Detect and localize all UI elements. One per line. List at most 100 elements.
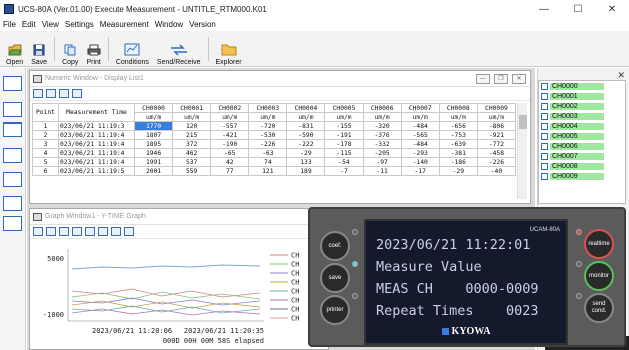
- value-cell[interactable]: 42: [210, 157, 250, 167]
- value-cell[interactable]: -639: [438, 139, 478, 149]
- menu-edit[interactable]: Edit: [19, 20, 39, 29]
- layout-grid-four-icon[interactable]: [3, 172, 22, 187]
- restore-icon[interactable]: ❐: [494, 73, 508, 84]
- channel-checkbox[interactable]: [541, 172, 548, 180]
- value-cell[interactable]: -381: [438, 148, 478, 158]
- value-cell[interactable]: -65: [210, 148, 250, 158]
- value-cell[interactable]: 1807: [133, 130, 174, 140]
- copy-button[interactable]: Copy: [58, 32, 82, 66]
- column-header-ch[interactable]: CH0000: [133, 103, 174, 113]
- value-cell[interactable]: 120: [172, 121, 212, 131]
- channel-checkbox[interactable]: [541, 142, 548, 150]
- minimize-button[interactable]: —: [527, 0, 561, 18]
- channel-checkbox[interactable]: [541, 92, 548, 100]
- value-cell[interactable]: 133: [286, 157, 326, 167]
- menu-file[interactable]: File: [0, 20, 19, 29]
- wave-icon[interactable]: [111, 227, 121, 236]
- value-cell[interactable]: -40: [476, 166, 517, 176]
- channel-checkbox[interactable]: [541, 122, 548, 130]
- value-cell[interactable]: 189: [286, 166, 326, 176]
- table-view-icon[interactable]: [72, 89, 82, 98]
- printer-button[interactable]: printer: [320, 295, 350, 325]
- value-cell[interactable]: -190: [210, 139, 250, 149]
- value-cell[interactable]: -590: [286, 130, 326, 140]
- table-row[interactable]: 2 023/06/21 11:19:4 1807 215 -421 -530 -590 -19…: [32, 130, 517, 140]
- value-cell[interactable]: -11: [362, 166, 402, 176]
- value-cell[interactable]: -222: [286, 139, 326, 149]
- numeric-window[interactable]: Numeric Window - Display List1 — ❐ ✕ Poi…: [29, 70, 531, 204]
- value-cell[interactable]: -376: [362, 130, 402, 140]
- channel-checkbox[interactable]: [541, 152, 548, 160]
- value-cell[interactable]: -140: [400, 157, 440, 167]
- value-cell[interactable]: -921: [476, 130, 517, 140]
- value-cell[interactable]: 1946: [133, 148, 174, 158]
- menu-settings[interactable]: Settings: [62, 20, 97, 29]
- value-cell[interactable]: 2001: [133, 166, 174, 176]
- column-header-ch[interactable]: CH0006: [362, 103, 402, 113]
- value-cell[interactable]: 121: [248, 166, 288, 176]
- value-cell[interactable]: -530: [248, 130, 288, 140]
- channel-settings-icon[interactable]: [46, 89, 56, 98]
- value-cell[interactable]: -29: [286, 148, 326, 158]
- channel-checkbox[interactable]: [541, 102, 548, 110]
- value-cell[interactable]: 372: [172, 139, 212, 149]
- undo-icon[interactable]: [72, 227, 82, 236]
- channel-item[interactable]: CH0008: [539, 161, 625, 171]
- autoscale-icon[interactable]: [98, 227, 108, 236]
- open-button[interactable]: Open: [2, 32, 27, 66]
- menu-measurement[interactable]: Measurement: [97, 20, 152, 29]
- value-cell[interactable]: -421: [210, 130, 250, 140]
- table-row[interactable]: 1 023/06/21 11:19:3 1770 120 -557 -720 -831 -15…: [32, 121, 517, 131]
- value-cell[interactable]: 537: [172, 157, 212, 167]
- column-header-ch[interactable]: CH0004: [286, 103, 326, 113]
- channel-item[interactable]: CH0007: [539, 151, 625, 161]
- value-cell[interactable]: -186: [438, 157, 478, 167]
- table-row[interactable]: 3 023/06/21 11:19:4 1895 372 -190 -226 -222 -17…: [32, 139, 517, 149]
- column-header-ch[interactable]: CH0003: [248, 103, 288, 113]
- close-icon[interactable]: ✕: [512, 73, 526, 84]
- value-cell[interactable]: -484: [400, 139, 440, 149]
- channel-item[interactable]: CH0005: [539, 131, 625, 141]
- value-cell[interactable]: 77: [210, 166, 250, 176]
- value-cell[interactable]: -17: [400, 166, 440, 176]
- minimize-icon[interactable]: —: [476, 73, 490, 84]
- value-cell[interactable]: -565: [400, 130, 440, 140]
- value-cell[interactable]: -293: [400, 148, 440, 158]
- value-cell[interactable]: 1895: [133, 139, 174, 149]
- graph-settings-icon[interactable]: [33, 227, 43, 236]
- value-cell[interactable]: -484: [400, 121, 440, 131]
- value-cell[interactable]: -226: [476, 157, 517, 167]
- layout-split-horizontal-icon[interactable]: [3, 102, 22, 117]
- layout-split-vertical-icon[interactable]: [3, 148, 22, 163]
- value-cell[interactable]: -332: [362, 139, 402, 149]
- value-cell[interactable]: 215: [172, 130, 212, 140]
- channel-checkbox[interactable]: [541, 112, 548, 120]
- maximize-button[interactable]: ☐: [561, 0, 595, 18]
- value-cell[interactable]: -831: [286, 121, 326, 131]
- value-cell[interactable]: -458: [476, 148, 517, 158]
- monitor-button[interactable]: monitor: [584, 261, 614, 291]
- value-cell[interactable]: 1770: [133, 121, 174, 131]
- value-cell[interactable]: 74: [248, 157, 288, 167]
- table-row[interactable]: 5 023/06/21 11:19:4 1991 537 42 74 133 -54 -97 -1…: [32, 157, 517, 167]
- value-cell[interactable]: -97: [362, 157, 402, 167]
- table-row[interactable]: 4 023/06/21 11:19:4 1946 462 -65 -63 -29 -115 -2…: [32, 148, 517, 158]
- layout-grid-six-icon[interactable]: [3, 196, 22, 211]
- coef-button[interactable]: coef.: [320, 231, 350, 261]
- graph-window[interactable]: Graph Window1 - Y-TIME Graph — 5000 -100…: [29, 208, 329, 350]
- value-cell[interactable]: -29: [438, 166, 478, 176]
- numeric-window-titlebar[interactable]: Numeric Window - Display List1 — ❐ ✕: [30, 71, 530, 87]
- channel-checkbox[interactable]: [541, 132, 548, 140]
- close-button[interactable]: ✕: [595, 0, 629, 18]
- channel-checkbox[interactable]: [541, 162, 548, 170]
- save-button-device[interactable]: save: [320, 263, 350, 293]
- save-button[interactable]: Save: [27, 32, 51, 66]
- channel-item[interactable]: CH0000: [539, 81, 625, 91]
- value-cell[interactable]: 462: [172, 148, 212, 158]
- value-cell[interactable]: -115: [324, 148, 364, 158]
- graph-window-titlebar[interactable]: Graph Window1 - Y-TIME Graph —: [30, 209, 328, 225]
- value-cell[interactable]: -7: [324, 166, 364, 176]
- value-cell[interactable]: -557: [210, 121, 250, 131]
- channel-item[interactable]: CH0009: [539, 171, 625, 181]
- value-cell[interactable]: -753: [438, 130, 478, 140]
